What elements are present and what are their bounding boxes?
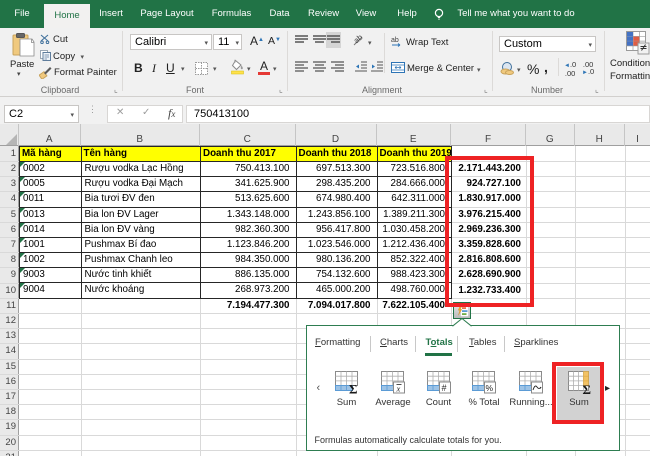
svg-text:ab: ab [391,37,399,44]
svg-text:Σ: Σ [349,382,358,395]
svg-text:ab: ab [352,33,365,45]
svg-text:%: % [486,383,494,393]
svg-text:x: x [396,384,401,394]
svg-text:#: # [441,383,446,393]
